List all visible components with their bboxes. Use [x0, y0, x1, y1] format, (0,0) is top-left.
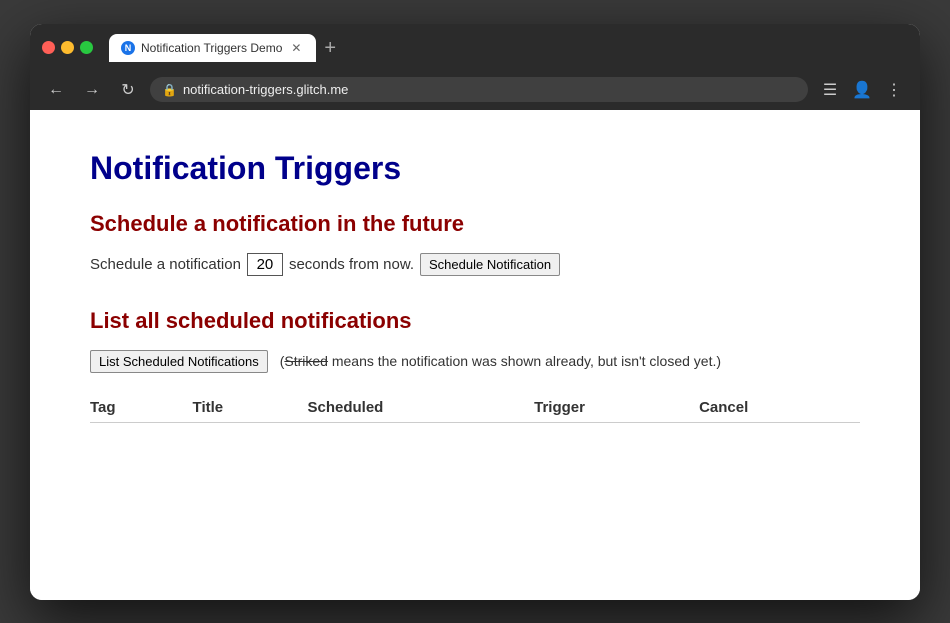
back-button[interactable]: ←: [42, 76, 70, 104]
more-options-button[interactable]: ⋮: [880, 76, 908, 104]
page-content: Notification Triggers Schedule a notific…: [30, 110, 920, 600]
schedule-suffix-label: seconds from now.: [289, 256, 414, 273]
table-header-row: Tag Title Scheduled Trigger Cancel: [90, 393, 860, 423]
schedule-seconds-input[interactable]: [247, 253, 283, 276]
new-tab-button[interactable]: +: [316, 34, 344, 62]
col-header-title: Title: [193, 393, 308, 423]
active-tab[interactable]: N Notification Triggers Demo ✕: [109, 34, 316, 62]
col-header-scheduled: Scheduled: [307, 393, 534, 423]
reader-mode-button[interactable]: ☰: [816, 76, 844, 104]
section2-title: List all scheduled notifications: [90, 308, 860, 334]
col-header-cancel: Cancel: [699, 393, 860, 423]
tabs-row: N Notification Triggers Demo ✕ +: [109, 34, 908, 62]
forward-button[interactable]: →: [78, 76, 106, 104]
tab-favicon: N: [121, 41, 135, 55]
col-header-trigger: Trigger: [534, 393, 699, 423]
list-scheduled-notifications-button[interactable]: List Scheduled Notifications: [90, 350, 268, 373]
page-title: Notification Triggers: [90, 150, 860, 187]
minimize-button[interactable]: [61, 41, 74, 54]
account-button[interactable]: 👤: [848, 76, 876, 104]
notifications-table: Tag Title Scheduled Trigger Cancel: [90, 393, 860, 423]
browser-window: N Notification Triggers Demo ✕ + ← → ↻ 🔒…: [30, 24, 920, 600]
list-scheduled-row: List Scheduled Notifications (Striked me…: [90, 350, 860, 373]
tab-title: Notification Triggers Demo: [141, 41, 282, 55]
section1-title: Schedule a notification in the future: [90, 211, 860, 237]
address-bar[interactable]: 🔒 notification-triggers.glitch.me: [150, 77, 808, 102]
maximize-button[interactable]: [80, 41, 93, 54]
list-note-suffix: means the notification was shown already…: [328, 353, 721, 369]
lock-icon: 🔒: [162, 83, 177, 97]
close-button[interactable]: [42, 41, 55, 54]
nav-actions: ☰ 👤 ⋮: [816, 76, 908, 104]
list-note: (Striked means the notification was show…: [280, 353, 721, 369]
schedule-prefix-label: Schedule a notification: [90, 256, 241, 273]
refresh-button[interactable]: ↻: [114, 76, 142, 104]
traffic-lights: [42, 41, 93, 54]
col-header-tag: Tag: [90, 393, 193, 423]
schedule-row: Schedule a notification seconds from now…: [90, 253, 860, 276]
navigation-bar: ← → ↻ 🔒 notification-triggers.glitch.me …: [30, 70, 920, 110]
tab-close-button[interactable]: ✕: [288, 40, 304, 56]
striked-text: Striked: [284, 353, 328, 369]
title-bar: N Notification Triggers Demo ✕ +: [30, 24, 920, 70]
url-text: notification-triggers.glitch.me: [183, 82, 796, 97]
schedule-notification-button[interactable]: Schedule Notification: [420, 253, 560, 276]
